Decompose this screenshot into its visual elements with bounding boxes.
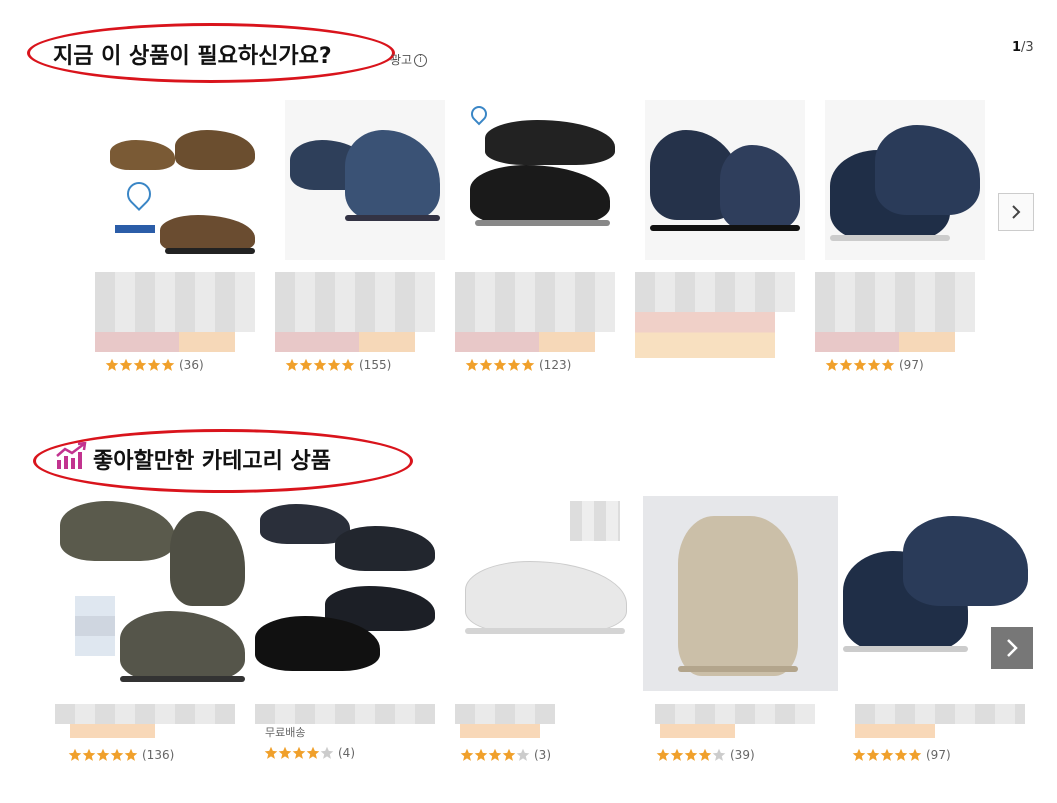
product-title-blurred[interactable] [855,704,1025,724]
product-price-blurred [635,312,775,358]
product-badge-blurred [660,724,735,738]
rating: (136) [68,748,174,762]
rating-count: (155) [359,358,392,372]
star-rating-icon [656,748,726,762]
rating-count: (136) [142,748,175,762]
section-title-category: 좋아할만한 카테고리 상품 [93,449,331,474]
ad-label[interactable]: 광고 i [390,51,428,68]
star-rating-icon [68,748,138,762]
rating-count: (39) [730,748,755,762]
star-rating-icon [264,746,334,760]
rating: (36) [105,358,204,372]
chevron-right-icon [1007,639,1018,657]
product-badge-blurred [70,724,155,738]
rating: (3) [460,748,551,762]
ad-label-text: 광고 [390,53,413,67]
pager-current: 1 [1012,40,1022,55]
rating: (155) [285,358,391,372]
pager: 1/3 [1012,40,1034,55]
product-image[interactable] [825,100,985,260]
trending-up-icon [56,442,87,469]
star-rating-icon [105,358,175,372]
product-image[interactable] [450,496,640,691]
product-title-blurred[interactable] [255,704,435,724]
section-title-recommended: 지금 이 상품이 필요하신가요? [53,44,332,69]
product-price-blurred [275,332,415,352]
product-price-blurred [95,332,235,352]
rating: (39) [656,748,755,762]
product-title-blurred[interactable] [275,272,435,332]
rating-count: (4) [338,746,355,760]
product-title-blurred[interactable] [455,704,555,724]
product-image[interactable] [465,100,625,260]
rating: (97) [825,358,924,372]
pager-total: /3 [1021,40,1034,55]
product-image[interactable] [645,100,805,260]
product-title-blurred[interactable] [655,704,815,724]
rating-count: (3) [534,748,551,762]
product-image[interactable] [285,100,445,260]
info-icon[interactable]: i [414,54,428,67]
star-rating-icon [852,748,922,762]
rating-count: (97) [899,358,924,372]
product-price-blurred [815,332,955,352]
star-rating-icon [465,358,535,372]
star-rating-icon [285,358,355,372]
product-image[interactable] [55,496,250,691]
rating-count: (123) [539,358,572,372]
star-rating-icon [825,358,895,372]
chevron-right-icon [1012,205,1021,219]
rating: (4) [264,746,355,760]
product-image[interactable] [105,100,265,260]
shipping-text: 무료배송 [265,726,306,739]
product-price-blurred [455,332,595,352]
product-image[interactable] [250,496,445,691]
product-title-blurred[interactable] [55,704,235,724]
rating-count: (36) [179,358,204,372]
rating: (97) [852,748,951,762]
product-image[interactable] [643,496,838,691]
rating-count: (97) [926,748,951,762]
product-badge-blurred [460,724,540,738]
carousel-next-button[interactable] [991,627,1033,669]
product-badge-blurred [855,724,935,738]
carousel-next-button[interactable] [998,193,1034,231]
product-title-blurred[interactable] [455,272,615,332]
rating: (123) [465,358,571,372]
product-title-blurred[interactable] [95,272,255,332]
product-title-blurred[interactable] [815,272,975,332]
star-rating-icon [460,748,530,762]
product-title-blurred[interactable] [635,272,795,312]
